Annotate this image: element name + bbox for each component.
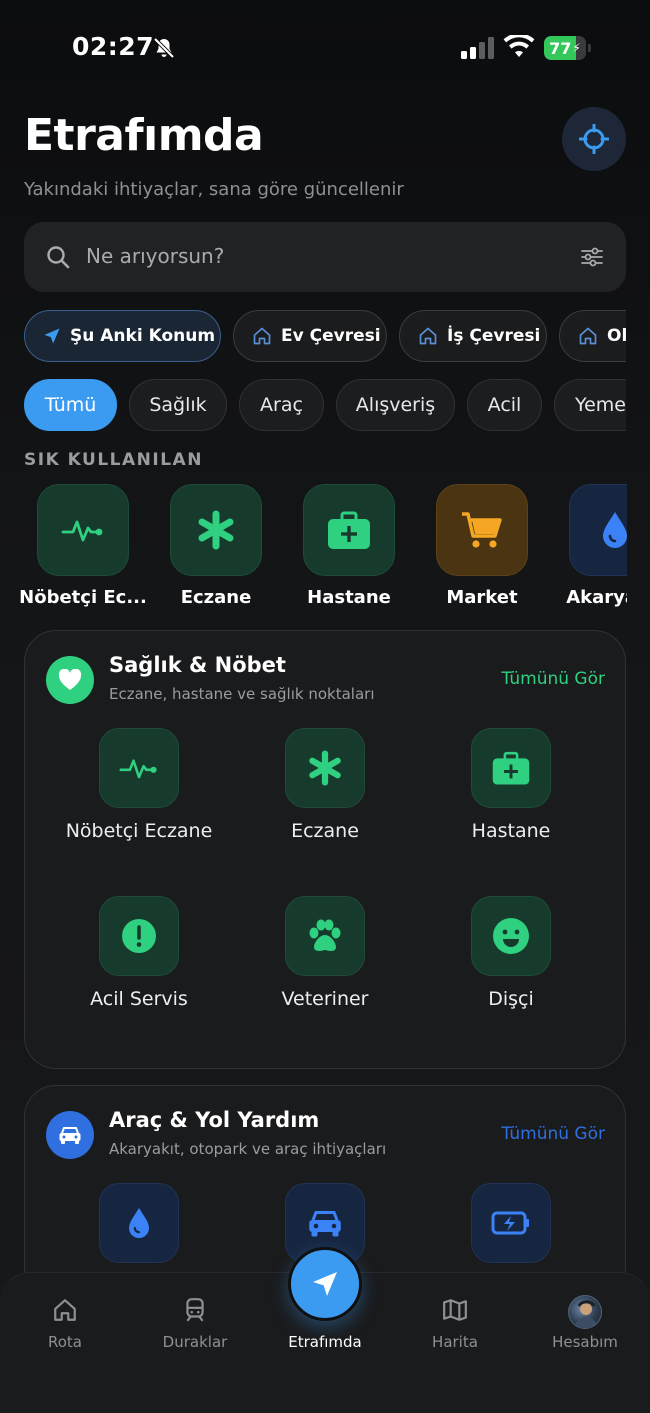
- favorite-item[interactable]: Akaryakıt: [550, 484, 627, 614]
- tab-label: Hesabım: [552, 1333, 618, 1351]
- smile-icon: [493, 918, 529, 954]
- location-chip-current[interactable]: Şu Anki Konum: [24, 310, 221, 362]
- location-chip-home[interactable]: Ev Çevresi: [233, 310, 387, 362]
- card-title: Sağlık & Nöbet: [109, 653, 286, 677]
- location-chip-label: Ev Çevresi: [281, 326, 381, 346]
- avatar-icon[interactable]: [568, 1295, 602, 1329]
- home-icon: [253, 327, 271, 345]
- paw-icon: [309, 919, 341, 951]
- tab-harita[interactable]: Harita: [390, 1297, 520, 1357]
- category-tile[interactable]: Veteriner: [232, 896, 418, 1026]
- home-icon: [579, 327, 597, 345]
- wifi-icon: [503, 35, 535, 57]
- page-subtitle: Yakındaki ihtiyaçlar, sana göre güncelle…: [24, 179, 404, 200]
- car-icon: [59, 1127, 81, 1144]
- location-chip-label: İş Çevresi: [447, 326, 541, 346]
- status-time: 02:27: [72, 32, 155, 61]
- medkit-icon: [492, 751, 530, 785]
- card-icon: [46, 1111, 94, 1159]
- tile-label: Hastane: [471, 820, 551, 842]
- heart-icon: [58, 669, 82, 690]
- category-tile[interactable]: Eczane: [232, 728, 418, 858]
- home-icon: [419, 327, 437, 345]
- card-title: Araç & Yol Yardım: [109, 1108, 320, 1132]
- tile-label: Dişçi: [488, 988, 534, 1010]
- favorite-label: Akaryakıt: [566, 587, 627, 608]
- favorites-row: Nöbetçi Ec... Eczane Hastane Market Akar…: [0, 484, 627, 614]
- map-icon: [443, 1299, 467, 1321]
- charging-bolt-icon: ⚡: [572, 41, 581, 55]
- category-chip-row: Tümü Sağlık Araç Alışveriş Acil Yemek: [24, 379, 626, 431]
- search-icon: [47, 246, 70, 269]
- favorite-item[interactable]: Hastane: [284, 484, 414, 614]
- navigation-arrow-icon: [313, 1272, 337, 1296]
- category-chip-health[interactable]: Sağlık: [129, 379, 227, 431]
- category-tile[interactable]: Hastane: [418, 728, 604, 858]
- location-chip-work[interactable]: İş Çevresi: [399, 310, 547, 362]
- health-category-card: Sağlık & Nöbet Eczane, hastane ve sağlık…: [24, 630, 626, 1069]
- favorite-label: Eczane: [180, 587, 252, 608]
- pulse-icon: [61, 520, 103, 542]
- see-all-link[interactable]: Tümünü Gör: [501, 669, 605, 689]
- search-input[interactable]: Ne arıyorsun?: [86, 244, 224, 268]
- navigation-arrow-icon: [44, 328, 60, 344]
- favorite-label: Hastane: [307, 587, 391, 608]
- tab-label: Rota: [48, 1333, 82, 1351]
- category-chip-all[interactable]: Tümü: [24, 379, 117, 431]
- favorites-section-label: SIK KULLANILAN: [24, 450, 203, 470]
- battery-charge-icon: [491, 1211, 529, 1235]
- status-bar: 02:27 77 ⚡: [0, 0, 650, 96]
- category-tile[interactable]: Acil Servis: [46, 896, 232, 1026]
- medkit-icon: [328, 511, 370, 549]
- tab-duraklar[interactable]: Duraklar: [130, 1297, 260, 1357]
- bell-muted-icon: [153, 37, 175, 59]
- battery-indicator: 77 ⚡: [544, 36, 592, 60]
- pulse-icon: [119, 759, 157, 779]
- favorite-item[interactable]: Nöbetçi Ec...: [18, 484, 148, 614]
- fuel-drop-icon: [603, 512, 627, 548]
- nearby-navigation-button[interactable]: [288, 1247, 362, 1321]
- fuel-drop-icon: [129, 1208, 149, 1238]
- train-icon: [186, 1298, 204, 1322]
- battery-percent: 77: [549, 38, 572, 58]
- crosshair-icon: [579, 124, 609, 154]
- card-description: Eczane, hastane ve sağlık noktaları: [109, 685, 375, 703]
- favorite-label: Nöbetçi Ec...: [19, 587, 147, 608]
- locate-me-button[interactable]: [562, 107, 626, 171]
- location-chip-label: Şu Anki Konum: [70, 326, 216, 346]
- page-title: Etrafımda: [24, 110, 264, 161]
- car-icon: [309, 1211, 341, 1237]
- tab-rota[interactable]: Rota: [0, 1297, 130, 1357]
- tab-label: Duraklar: [162, 1333, 228, 1351]
- tile-label: Veteriner: [281, 988, 369, 1010]
- category-tile[interactable]: Dişçi: [418, 896, 604, 1026]
- cellular-signal-icon: [461, 37, 494, 59]
- see-all-link[interactable]: Tümünü Gör: [501, 1124, 605, 1144]
- category-chip-shopping[interactable]: Alışveriş: [336, 379, 455, 431]
- category-chip-food[interactable]: Yemek: [554, 379, 626, 431]
- asterisk-icon: [198, 510, 234, 550]
- home-icon: [54, 1299, 76, 1321]
- tab-label: Etrafımda: [288, 1333, 362, 1351]
- tile-label: Eczane: [291, 820, 359, 842]
- category-chip-vehicle[interactable]: Araç: [239, 379, 324, 431]
- alert-icon: [122, 919, 156, 953]
- category-tile[interactable]: Nöbetçi Eczane: [46, 728, 232, 858]
- card-icon: [46, 656, 94, 704]
- location-chip-row: Şu Anki Konum Ev Çevresi İş Çevresi Okul…: [24, 310, 626, 362]
- tile-label: Acil Servis: [90, 988, 188, 1010]
- location-chip-school[interactable]: Okul Çevresi: [559, 310, 626, 362]
- filter-sliders-icon[interactable]: [580, 245, 604, 269]
- cart-icon: [462, 512, 502, 548]
- favorite-item[interactable]: Eczane: [151, 484, 281, 614]
- favorite-label: Market: [446, 587, 518, 608]
- location-chip-label: Okul Çevresi: [607, 326, 626, 346]
- asterisk-icon: [309, 750, 341, 786]
- search-bar[interactable]: Ne arıyorsun?: [24, 222, 626, 292]
- tile-label: Nöbetçi Eczane: [65, 820, 213, 842]
- card-description: Akaryakıt, otopark ve araç ihtiyaçları: [109, 1140, 387, 1158]
- favorite-item[interactable]: Market: [417, 484, 547, 614]
- category-chip-emergency[interactable]: Acil: [467, 379, 542, 431]
- tab-label: Harita: [432, 1333, 478, 1351]
